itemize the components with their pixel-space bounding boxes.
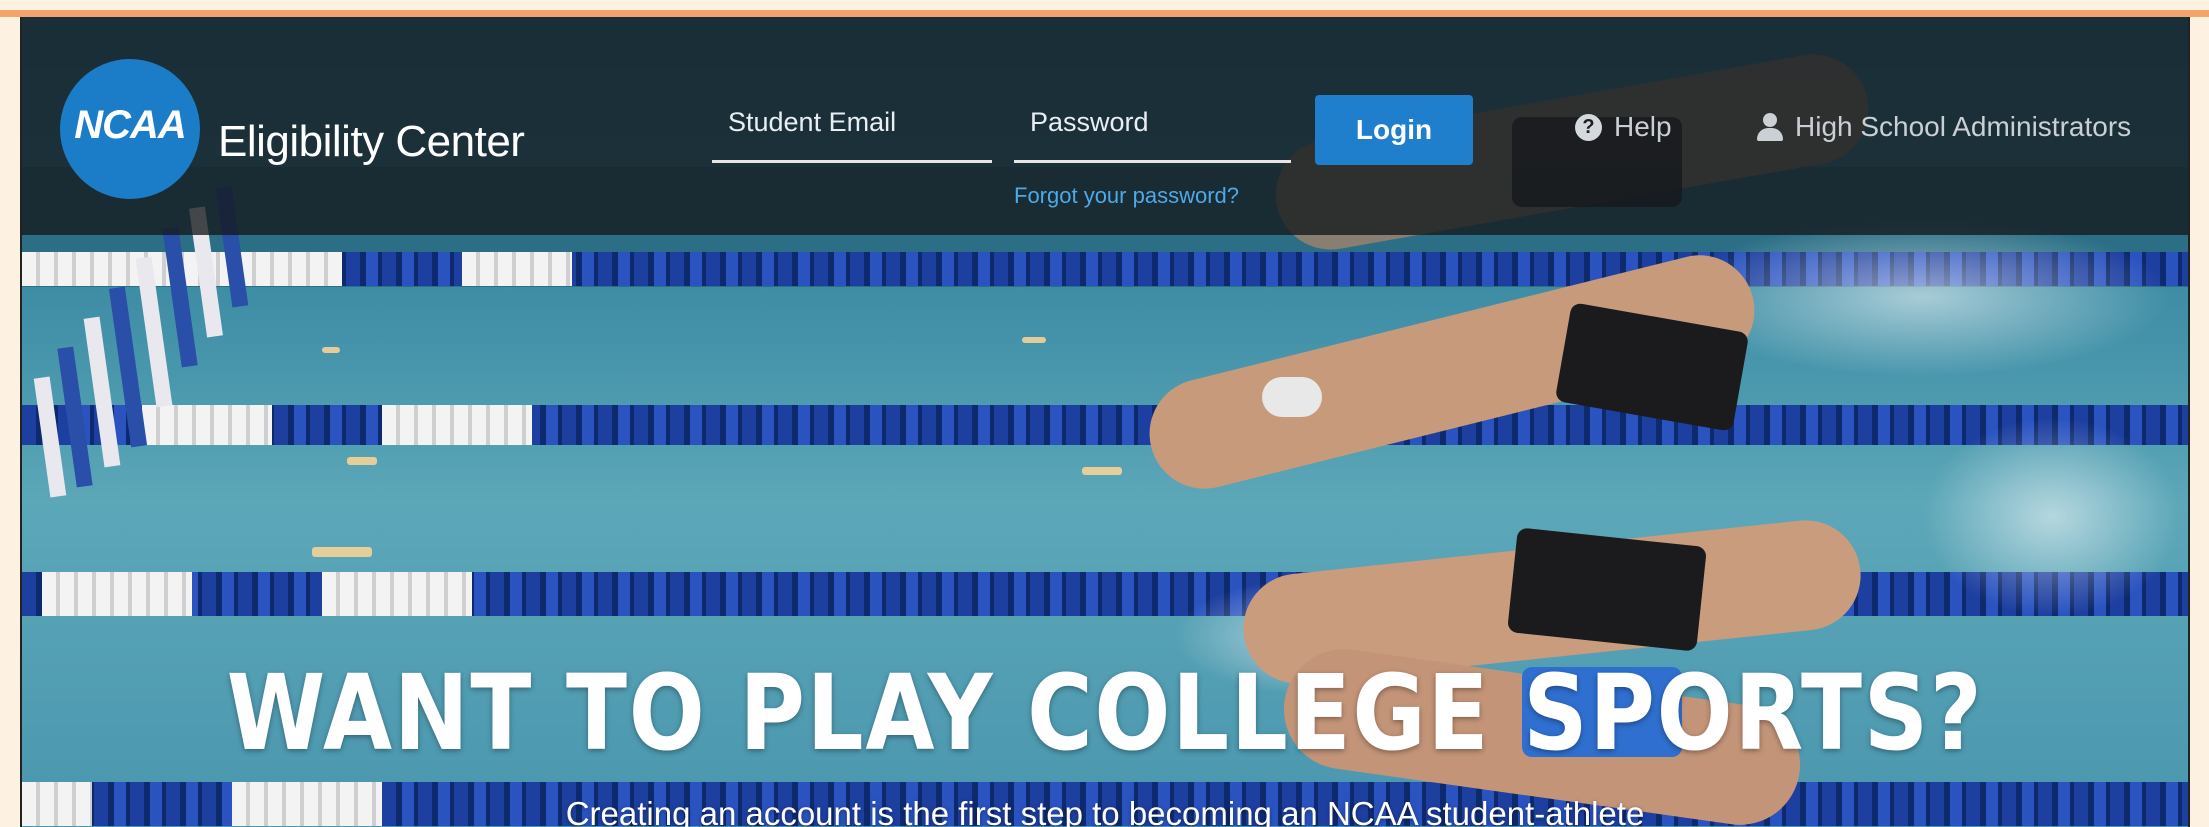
ncaa-logo[interactable]: NCAA xyxy=(60,59,200,199)
site-header: NCAA Eligibility Center Student Email Pa… xyxy=(22,17,2188,235)
question-circle-icon: ? xyxy=(1575,113,1602,141)
help-link[interactable]: ? Help xyxy=(1575,111,1672,143)
browser-frame: NCAA Eligibility Center Student Email Pa… xyxy=(0,0,2209,827)
hero-title: WANT TO PLAY COLLEGE SPORTS? xyxy=(226,652,1984,774)
window-top-border xyxy=(0,10,2209,17)
lane-rope xyxy=(22,405,2188,445)
lane-rope xyxy=(22,572,2188,616)
help-label: Help xyxy=(1614,111,1672,142)
high-school-administrators-link[interactable]: High School Administrators xyxy=(1757,111,2131,143)
login-button[interactable]: Login xyxy=(1315,95,1473,165)
brand-title: Eligibility Center xyxy=(218,117,525,166)
forgot-password-link[interactable]: Forgot your password? xyxy=(1014,183,1239,209)
admins-label: High School Administrators xyxy=(1795,111,2132,142)
password-field-underline xyxy=(1014,160,1291,163)
student-email-field[interactable]: Student Email xyxy=(728,107,896,138)
email-field-underline xyxy=(712,160,992,163)
password-field[interactable]: Password xyxy=(1030,107,1149,138)
logo-text: NCAA xyxy=(74,103,187,147)
hero-subtitle: Creating an account is the first step to… xyxy=(565,795,1645,827)
page-viewport: NCAA Eligibility Center Student Email Pa… xyxy=(20,17,2190,827)
user-icon xyxy=(1757,113,1783,141)
